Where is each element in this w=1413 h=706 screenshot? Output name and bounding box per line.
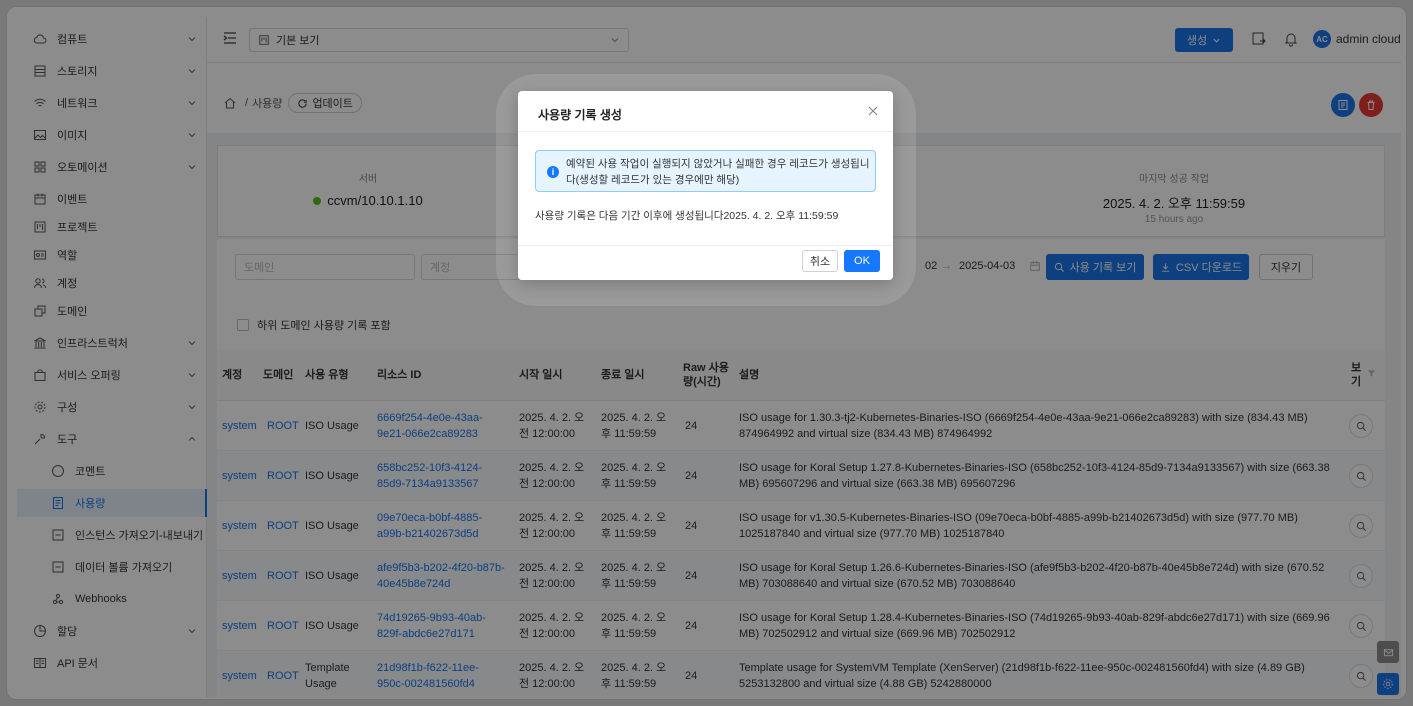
ok-button[interactable]: OK xyxy=(844,250,880,272)
cancel-button[interactable]: 취소 xyxy=(802,250,838,272)
modal-divider xyxy=(518,131,893,132)
info-icon: i xyxy=(547,166,559,178)
info-alert-text: 예약된 사용 작업이 실행되지 않았거나 실패한 경우 레코드가 생성됩니다(생… xyxy=(566,158,870,187)
generate-usage-modal: 사용량 기록 생성 i 예약된 사용 작업이 실행되지 않았거나 실패한 경우 … xyxy=(518,91,893,280)
info-alert: i 예약된 사용 작업이 실행되지 않았거나 실패한 경우 레코드가 생성됩니다… xyxy=(535,150,876,192)
close-icon[interactable] xyxy=(867,105,879,117)
modal-body-text: 사용량 기록은 다음 기간 이후에 생성됩니다2025. 4. 2. 오후 11… xyxy=(535,210,839,222)
modal-footer-divider xyxy=(518,245,893,246)
modal-title: 사용량 기록 생성 xyxy=(538,108,622,122)
